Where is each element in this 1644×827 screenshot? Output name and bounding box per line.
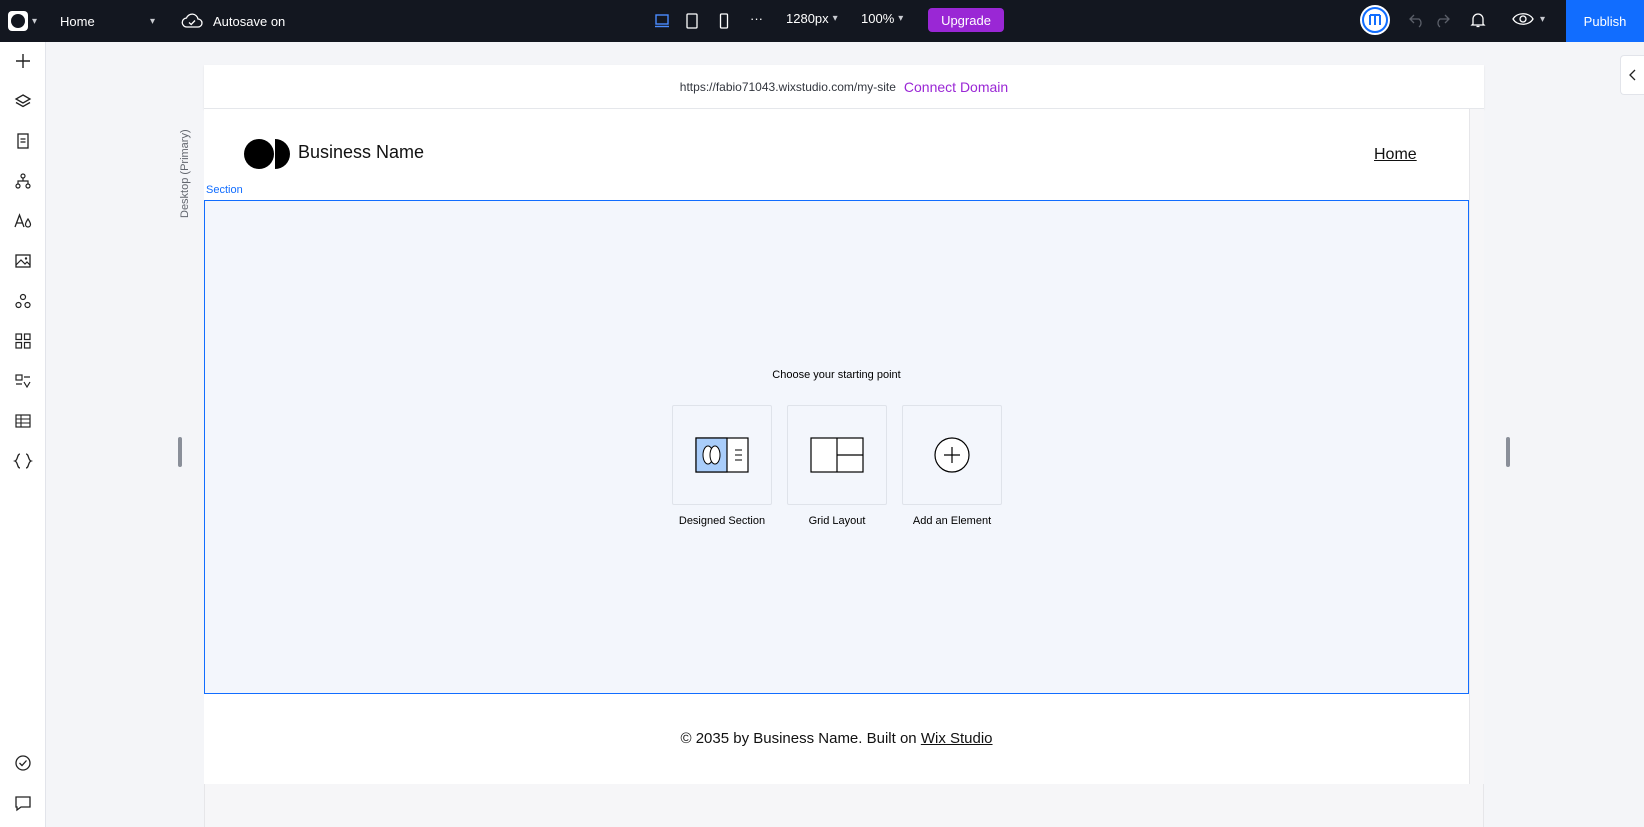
mobile-icon [719,13,729,29]
left-toolbar [0,42,46,827]
business-icon [15,374,31,389]
widgets-icon [15,333,31,349]
add-element-label: Add an Element [912,515,992,527]
grid-layout-label: Grid Layout [808,515,866,527]
bell-icon [1470,13,1486,28]
breakpoint-label-text: Desktop (Primary) [179,129,191,218]
undo-icon [1409,14,1422,28]
design-icon [14,213,32,228]
empty-section[interactable]: Choose your starting point Designed Sect… [204,200,1469,694]
undo-button[interactable] [1408,11,1426,34]
designed-section-label: Designed Section [678,515,766,527]
redo-button[interactable] [1433,11,1451,34]
site-checklist-button[interactable] [8,748,38,778]
top-bar: ▾ Home ▾ Autosave on ··· 1280px ▾ 100% ▾… [0,0,1644,42]
chevron-down-icon: ▾ [832,13,838,24]
width-value: 1280px [786,11,829,26]
nav-link-home[interactable]: Home [1374,146,1417,164]
add-icon [16,54,30,68]
cms-button[interactable] [8,406,38,436]
breakpoint-label[interactable]: Desktop (Primary) [176,110,198,230]
pages-button[interactable] [8,126,38,156]
pages-icon [17,133,29,149]
grid-layout-icon [810,437,864,473]
chevron-down-icon: ▾ [1540,13,1546,25]
site-url: https://fabio71043.wixstudio.com/my-site [679,79,896,94]
business-button[interactable] [8,366,38,396]
section-label[interactable]: Section [206,184,243,196]
starting-point-title: Choose your starting point [772,369,901,381]
page-selector-label: Home [60,13,95,29]
right-resize-handle[interactable] [1506,437,1510,467]
chevron-down-icon: ▾ [32,15,38,27]
site-checklist-icon [15,755,31,771]
design-button[interactable] [8,206,38,236]
media-button[interactable] [8,246,38,276]
page-gutter [1469,109,1484,784]
more-breakpoints-button[interactable]: ··· [750,11,763,26]
site-structure-icon [15,173,31,189]
wix-logo-icon [8,11,28,31]
footer-copyright: © 2035 by Business Name. Built on [680,730,921,747]
preview-button[interactable]: ▾ [1512,11,1545,27]
desktop-icon [655,14,669,28]
layers-icon [14,94,32,108]
more-icon: ··· [750,11,763,26]
chevron-down-icon: ▾ [149,15,155,27]
comments-button[interactable] [8,788,38,818]
mobile-view-button[interactable] [713,10,735,32]
business-logo-icon [244,139,290,169]
autosave-label: Autosave on [213,13,286,29]
footer-wix-studio-link[interactable]: Wix Studio [921,730,993,747]
layers-button[interactable] [8,86,38,116]
cloud-check-icon [181,13,203,28]
designed-section-icon [695,437,749,473]
url-bar: https://fabio71043.wixstudio.com/my-site… [204,65,1484,109]
code-icon [13,453,33,469]
avatar[interactable] [1360,5,1390,35]
widgets-button[interactable] [8,326,38,356]
right-panel-toggle[interactable] [1620,55,1644,95]
desktop-view-button[interactable] [651,10,673,32]
left-resize-handle[interactable] [178,437,182,467]
page-selector[interactable]: Home ▾ [60,10,155,32]
media-icon [15,254,31,268]
eye-icon [1512,13,1534,25]
add-element-icon [934,437,970,473]
zoom-selector[interactable]: 100% ▾ [861,11,903,26]
redo-icon [1437,14,1450,28]
upgrade-button[interactable]: Upgrade [928,8,1004,32]
cms-icon [15,414,31,428]
chevron-down-icon: ▾ [898,13,904,24]
add-elements-button[interactable] [8,46,38,76]
apps-icon [15,293,31,309]
apps-button[interactable] [8,286,38,316]
notifications-button[interactable] [1469,11,1487,34]
connect-domain-link[interactable]: Connect Domain [904,79,1008,95]
designed-section-card[interactable] [672,405,772,505]
width-selector[interactable]: 1280px ▾ [786,11,838,26]
footer-text[interactable]: © 2035 by Business Name. Built on Wix St… [204,730,1469,747]
add-element-card[interactable] [902,405,1002,505]
comments-icon [15,796,31,812]
tablet-icon [686,13,698,29]
autosave-status[interactable]: Autosave on [181,9,285,33]
code-button[interactable] [8,446,38,476]
tablet-view-button[interactable] [681,10,703,32]
chevron-left-icon [1628,69,1635,81]
wix-menu-button[interactable]: ▾ [8,9,44,33]
grid-layout-card[interactable] [787,405,887,505]
site-structure-button[interactable] [8,166,38,196]
page-bottom-area [204,784,1484,827]
business-name[interactable]: Business Name [298,142,424,163]
zoom-value: 100% [861,11,895,26]
publish-button[interactable]: Publish [1566,0,1644,42]
user-icon [1364,9,1386,31]
